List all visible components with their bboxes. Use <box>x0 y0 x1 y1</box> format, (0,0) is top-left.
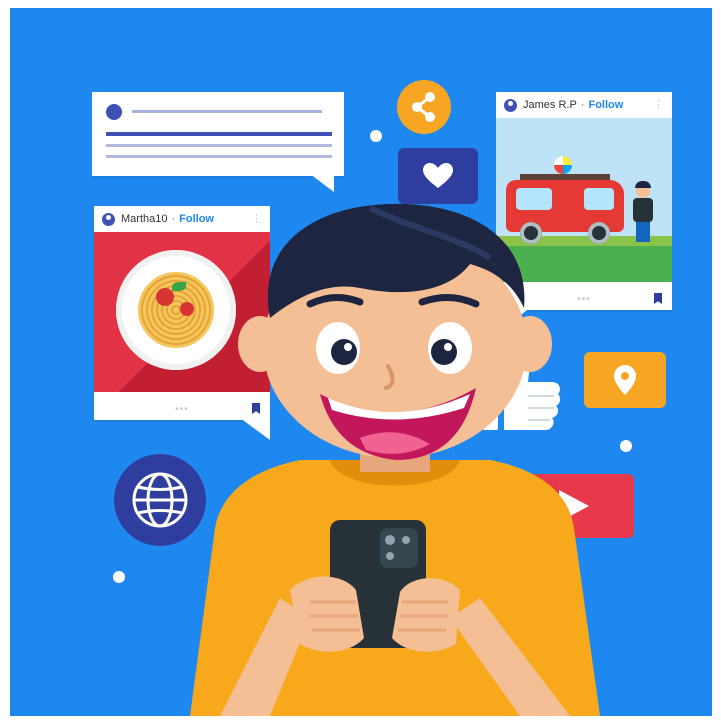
comment-bubble <box>92 92 344 176</box>
traveler-legs <box>636 222 650 242</box>
beach-ball <box>554 156 572 174</box>
traveler-hair <box>635 181 651 188</box>
text-line <box>106 155 332 158</box>
share-icon <box>397 80 451 134</box>
decor-dot <box>113 571 125 583</box>
decor-dot <box>370 130 382 142</box>
boy-character <box>160 198 630 716</box>
text-line <box>106 144 332 147</box>
illustration-frame: Martha10 · Follow ⋮ ••• James R.P · Foll… <box>0 0 721 722</box>
traveler-body <box>633 198 653 222</box>
post-username[interactable]: James R.P <box>523 99 577 111</box>
separator-dot: · <box>580 99 585 111</box>
user-avatar <box>504 98 517 112</box>
text-line <box>106 132 332 136</box>
user-avatar <box>102 212 115 226</box>
post-header: James R.P · Follow ⋮ <box>496 92 672 118</box>
bookmark-icon[interactable] <box>654 293 662 304</box>
roof-rack <box>520 174 610 180</box>
comment-bubble-tail <box>310 174 334 192</box>
text-line <box>132 110 322 113</box>
more-options-icon[interactable]: ⋮ <box>653 98 664 111</box>
heart-icon <box>398 148 478 204</box>
follow-button[interactable]: Follow <box>588 99 623 111</box>
social-media-scene: Martha10 · Follow ⋮ ••• James R.P · Foll… <box>10 8 712 716</box>
avatar <box>106 104 122 120</box>
